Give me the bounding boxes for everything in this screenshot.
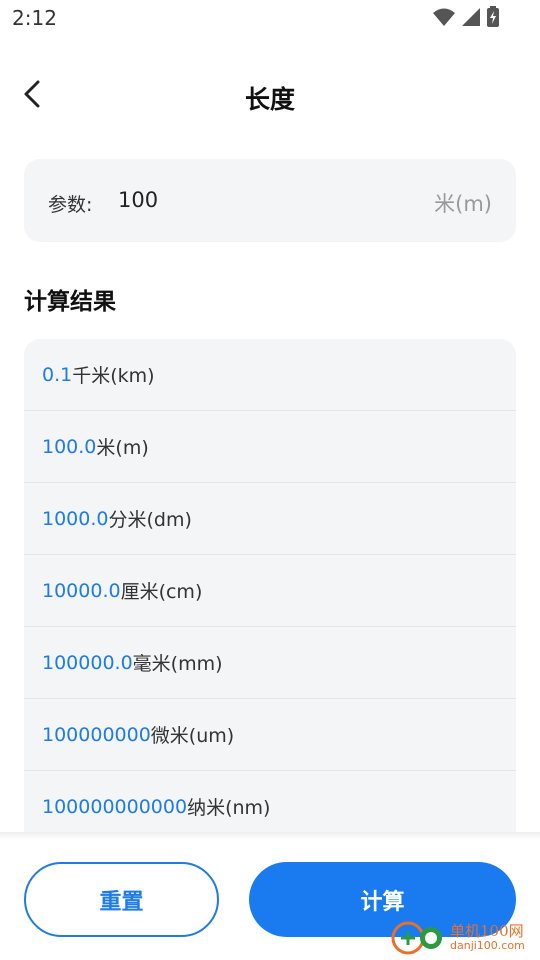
result-row-dm: 1000.0 分米(dm) (24, 483, 516, 555)
header: 长度 (0, 66, 540, 128)
status-bar: 2:12 (0, 0, 540, 36)
watermark-en: danji100.com (450, 938, 525, 952)
param-label: 参数: (48, 194, 93, 216)
watermark-text: 单机100网 danji100.com (450, 923, 525, 952)
result-unit: 米(m) (96, 437, 149, 459)
signal-icon (461, 7, 481, 31)
result-unit: 毫米(mm) (132, 653, 223, 675)
param-input-card[interactable]: 参数: 100 米(m) (24, 159, 516, 242)
result-value: 100000000 (42, 723, 151, 746)
status-icons (432, 6, 500, 32)
result-value: 1000.0 (42, 507, 109, 530)
result-row-m: 100.0 米(m) (24, 411, 516, 483)
result-unit: 千米(km) (72, 365, 155, 387)
result-value: 100000000000 (42, 795, 188, 818)
param-unit: 米(m) (434, 192, 492, 216)
result-value: 100000.0 (42, 651, 133, 674)
result-row-nm: 100000000000 纳米(nm) (24, 771, 516, 832)
watermark: 单机100网 danji100.com (390, 915, 540, 960)
result-row-cm: 10000.0 厘米(cm) (24, 555, 516, 627)
result-value: 100.0 (42, 435, 97, 458)
result-row-km: 0.1 千米(km) (24, 339, 516, 411)
result-unit: 微米(um) (150, 725, 235, 747)
result-unit: 厘米(cm) (120, 581, 203, 603)
bottom-divider (0, 832, 540, 840)
watermark-logo-icon (390, 916, 446, 960)
page-title: 长度 (244, 85, 295, 114)
results-list: 0.1 千米(km) 100.0 米(m) 1000.0 分米(dm) 10000.0… (24, 339, 516, 832)
status-time: 2:12 (12, 6, 57, 30)
result-unit: 纳米(nm) (187, 797, 271, 819)
result-row-mm: 100000.0 毫米(mm) (24, 627, 516, 699)
battery-icon (486, 6, 500, 32)
wifi-icon (432, 7, 456, 31)
param-input[interactable]: 100 (118, 188, 158, 212)
result-unit: 分米(dm) (108, 509, 192, 531)
reset-button[interactable]: 重置 (24, 862, 219, 937)
watermark-cn: 单机100网 (450, 922, 524, 941)
results-title: 计算结果 (24, 289, 116, 315)
result-row-um: 100000000 微米(um) (24, 699, 516, 771)
result-value: 10000.0 (42, 579, 121, 602)
result-value: 0.1 (42, 363, 73, 386)
